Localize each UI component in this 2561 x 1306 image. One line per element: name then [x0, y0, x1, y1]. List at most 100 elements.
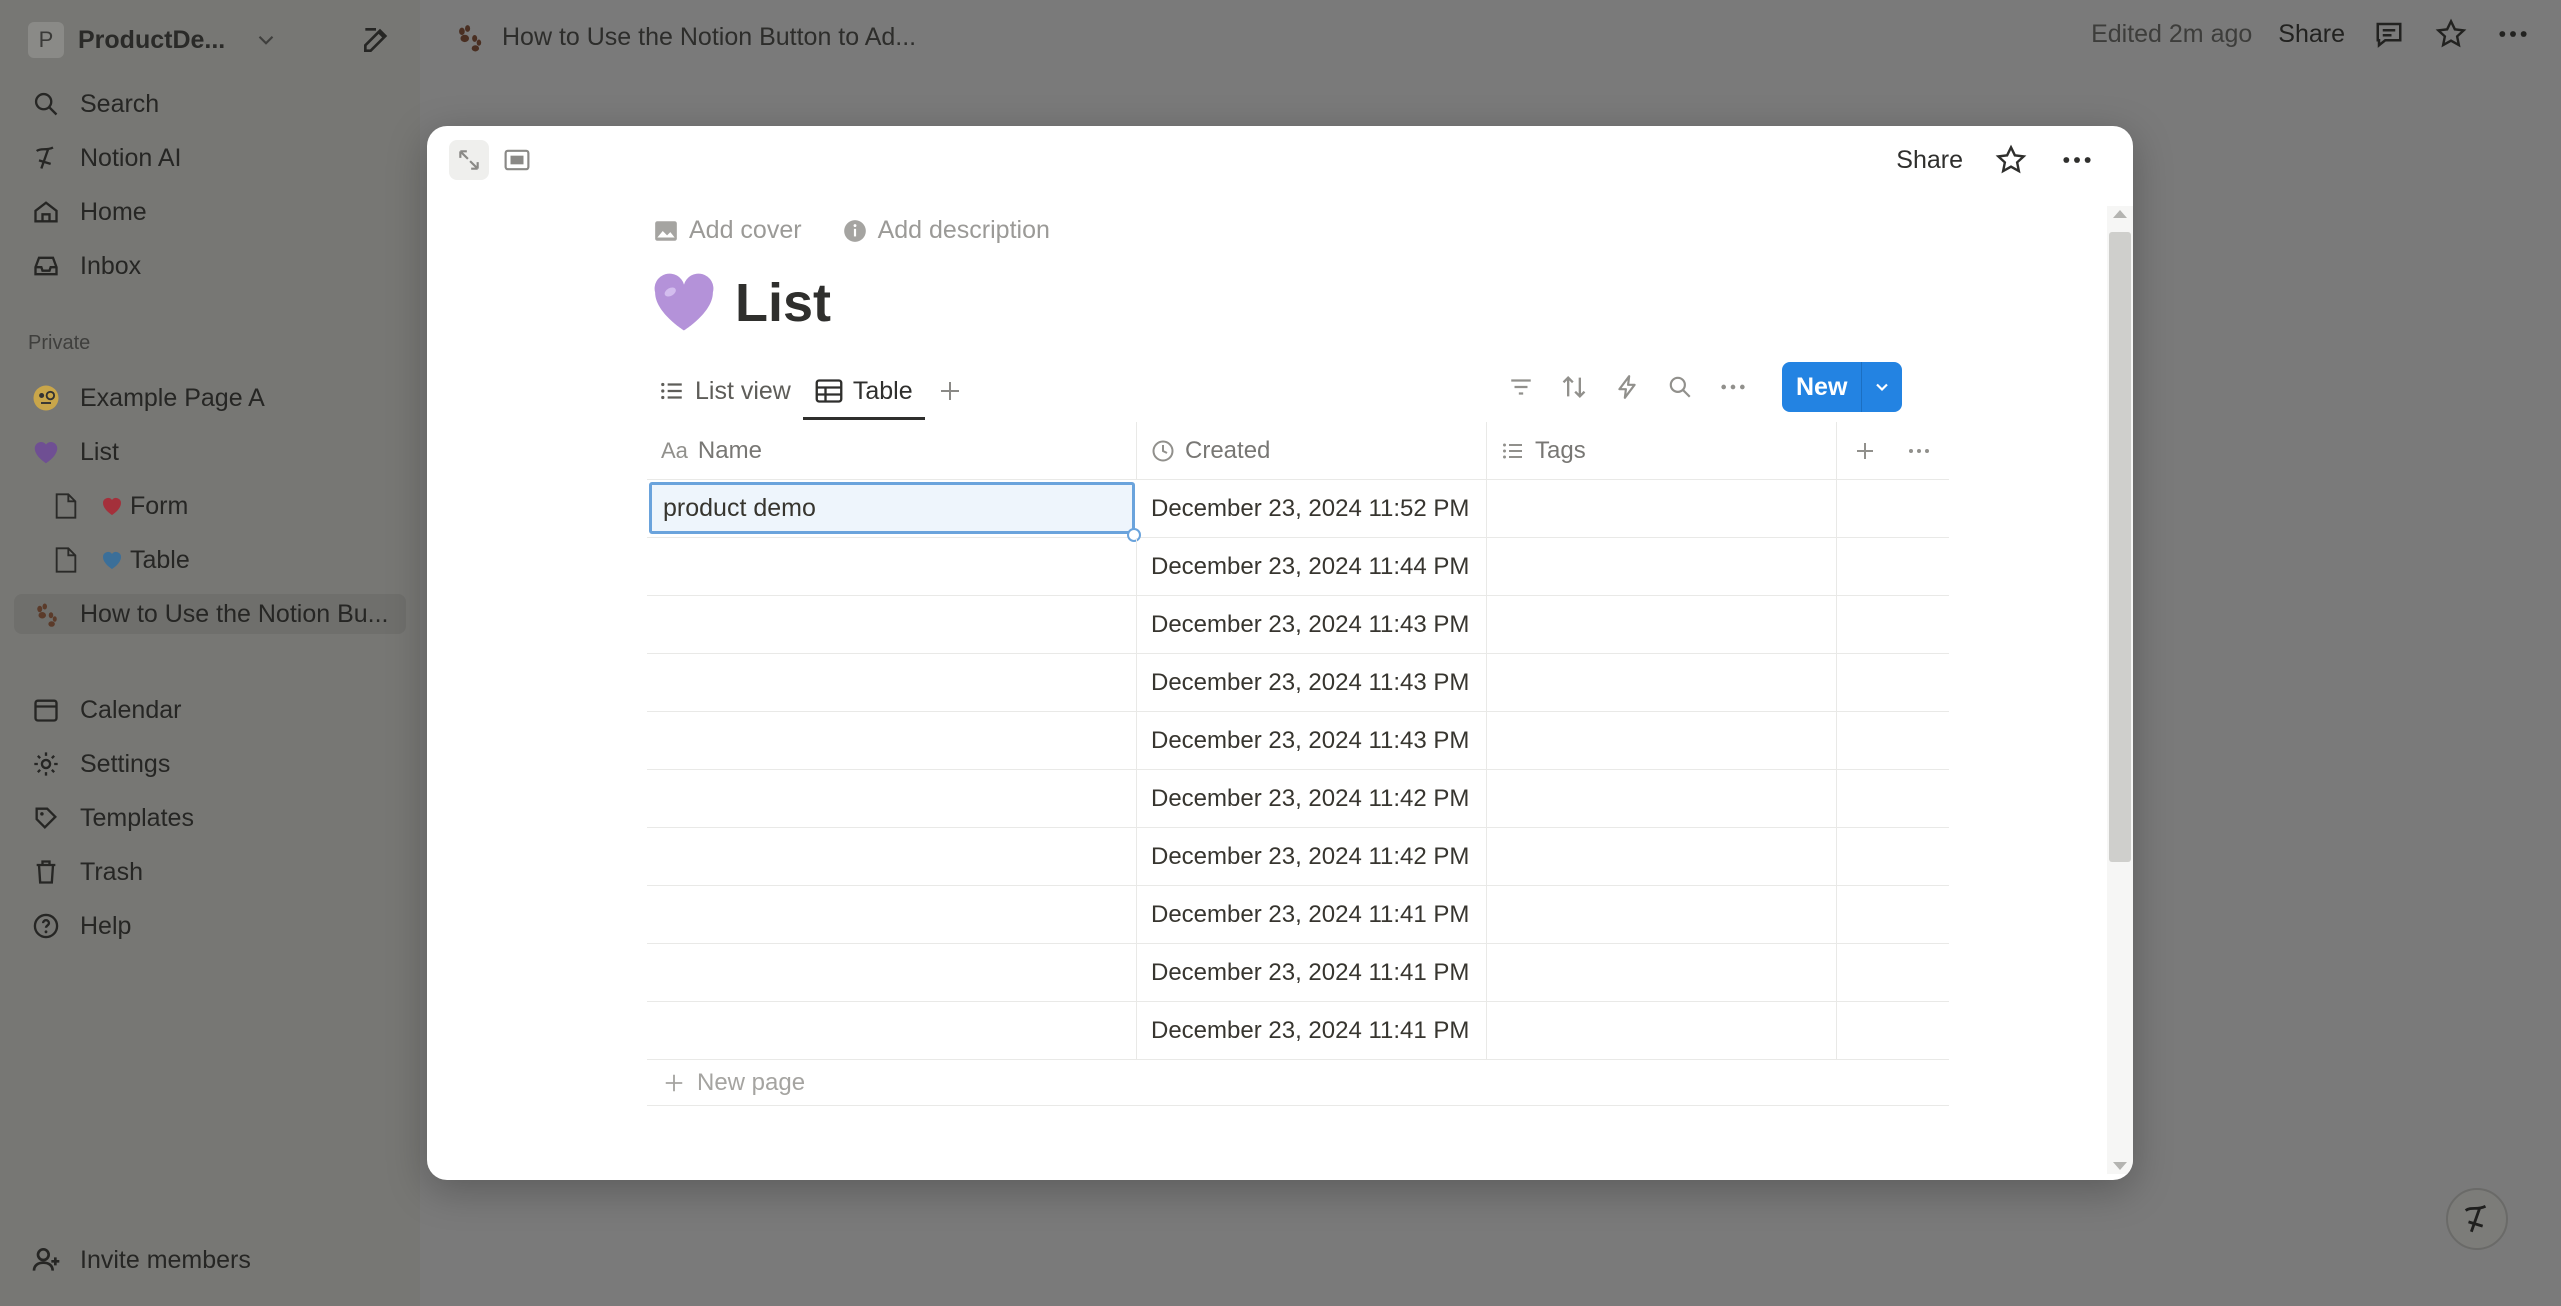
more-options-icon[interactable]: [1907, 439, 1931, 463]
blue-heart-icon: [100, 544, 124, 576]
page-title-text: List: [735, 273, 832, 333]
row-tags-cell[interactable]: [1487, 770, 1837, 827]
row-created-cell: December 23, 2024 11:41 PM: [1137, 1002, 1487, 1059]
table-row[interactable]: December 23, 2024 11:43 PM: [647, 596, 1949, 654]
table-row[interactable]: December 23, 2024 11:41 PM: [647, 1002, 1949, 1060]
heart-icon: [100, 490, 124, 522]
table-row[interactable]: December 23, 2024 11:43 PM: [647, 654, 1949, 712]
sidebar-item-trash[interactable]: Trash: [30, 852, 143, 892]
table-row[interactable]: December 23, 2024 11:44 PM: [647, 538, 1949, 596]
row-tags-cell[interactable]: [1487, 1002, 1837, 1059]
row-name-cell[interactable]: [647, 770, 1137, 827]
multi-select-icon: [1503, 443, 1522, 459]
tab-table[interactable]: Table: [802, 362, 925, 420]
sidebar-item-help[interactable]: Help: [30, 906, 131, 946]
row-name-cell[interactable]: [647, 596, 1137, 653]
purple-heart-icon[interactable]: [651, 272, 717, 334]
search-icon[interactable]: [1662, 370, 1697, 405]
table-row[interactable]: December 23, 2024 11:42 PM: [647, 828, 1949, 886]
database-toolbar: New: [1503, 362, 1903, 412]
row-created-cell: December 23, 2024 11:43 PM: [1137, 596, 1487, 653]
list-icon: [661, 382, 682, 400]
row-tags-cell[interactable]: [1487, 596, 1837, 653]
plus-icon: [940, 382, 959, 400]
row-name-cell[interactable]: [647, 712, 1137, 769]
row-name-cell[interactable]: [647, 886, 1137, 943]
breadcrumb[interactable]: How to Use the Notion Button to Ad...: [452, 20, 916, 54]
row-tags-cell[interactable]: [1487, 712, 1837, 769]
sidebar-item-notion-ai[interactable]: Notion AI: [30, 138, 181, 178]
chevron-down-icon[interactable]: [1862, 362, 1902, 412]
more-options-icon[interactable]: [1715, 370, 1750, 405]
sidebar-item-home[interactable]: Home: [30, 192, 147, 232]
table-row[interactable]: December 23, 2024 11:41 PM: [647, 886, 1949, 944]
add-property-plus-icon[interactable]: [1853, 439, 1877, 463]
sidebar-item-label: Settings: [80, 749, 171, 778]
invite-members-button[interactable]: Invite members: [30, 1240, 251, 1280]
sidebar-item-list[interactable]: List: [30, 432, 119, 472]
new-button[interactable]: New: [1782, 362, 1903, 412]
tab-list-view[interactable]: List view: [647, 362, 803, 420]
add-view-button[interactable]: [933, 374, 967, 408]
scrollbar-thumb[interactable]: [2109, 232, 2131, 862]
filter-icon[interactable]: [1503, 370, 1538, 405]
star-icon[interactable]: [1993, 142, 2029, 178]
sidebar-item-templates[interactable]: Templates: [30, 798, 194, 838]
modal-share-button[interactable]: Share: [1896, 146, 1963, 175]
row-tags-cell[interactable]: [1487, 538, 1837, 595]
scroll-down-arrow-icon[interactable]: [2113, 1162, 2127, 1170]
sidebar-section-private: Private: [28, 332, 91, 354]
add-cover-button[interactable]: Add cover: [653, 216, 802, 245]
sidebar-item-inbox[interactable]: Inbox: [30, 246, 141, 286]
row-tags-cell[interactable]: [1487, 828, 1837, 885]
peek-mode-button[interactable]: [501, 144, 533, 176]
row-name-cell[interactable]: [647, 1002, 1137, 1059]
column-header-actions: [1837, 422, 1949, 480]
table-row[interactable]: December 23, 2024 11:43 PM: [647, 712, 1949, 770]
column-header-created[interactable]: Created: [1137, 422, 1487, 480]
notion-ai-button[interactable]: [2446, 1188, 2508, 1250]
sidebar-item-label: Example Page A: [80, 383, 265, 412]
table-row[interactable]: product demo December 23, 2024 11:52 PM: [647, 480, 1949, 542]
sidebar-item-calendar[interactable]: Calendar: [30, 690, 181, 730]
row-name-cell[interactable]: [647, 828, 1137, 885]
column-header-tags[interactable]: Tags: [1487, 422, 1837, 480]
row-name-cell[interactable]: [647, 654, 1137, 711]
sidebar-item-table[interactable]: Table: [50, 540, 190, 580]
row-created-cell: December 23, 2024 11:43 PM: [1137, 712, 1487, 769]
page-title[interactable]: List: [651, 272, 831, 334]
column-header-name[interactable]: Aa Name: [647, 422, 1137, 480]
expand-button[interactable]: [449, 140, 489, 180]
table-row[interactable]: December 23, 2024 11:42 PM: [647, 770, 1949, 828]
new-page-icon[interactable]: [360, 24, 392, 56]
share-button[interactable]: Share: [2278, 20, 2345, 49]
table-row[interactable]: December 23, 2024 11:41 PM: [647, 944, 1949, 1002]
more-options-icon[interactable]: [2059, 142, 2095, 178]
row-name-cell[interactable]: [647, 944, 1137, 1001]
row-name-cell[interactable]: [647, 538, 1137, 595]
sidebar-item-label: Home: [80, 197, 147, 226]
sidebar-item-settings[interactable]: Settings: [30, 744, 170, 784]
peek-mode-icon: [504, 149, 530, 171]
sort-icon[interactable]: [1556, 370, 1591, 405]
comments-icon[interactable]: [2371, 16, 2407, 52]
star-icon[interactable]: [2433, 16, 2469, 52]
workspace-switcher[interactable]: P ProductDe...: [28, 22, 279, 58]
row-tags-cell[interactable]: [1487, 886, 1837, 943]
sidebar-item-how-to-use-notion-button[interactable]: How to Use the Notion Bu...: [14, 594, 406, 634]
new-page-row-button[interactable]: New page: [647, 1060, 1949, 1106]
add-description-button[interactable]: Add description: [842, 216, 1050, 245]
scroll-up-arrow-icon[interactable]: [2113, 210, 2127, 218]
sidebar-item-search[interactable]: Search: [30, 84, 159, 124]
automation-lightning-icon[interactable]: [1609, 370, 1644, 405]
sidebar-item-form[interactable]: Form: [50, 486, 188, 526]
row-tags-cell[interactable]: [1487, 654, 1837, 711]
row-tags-cell[interactable]: [1487, 480, 1837, 537]
new-button-label[interactable]: New: [1782, 362, 1863, 412]
row-name-cell-editing[interactable]: product demo: [649, 482, 1135, 534]
row-extra-cell: [1837, 944, 1949, 1001]
sidebar-item-example-page-a[interactable]: Example Page A: [30, 378, 265, 418]
row-tags-cell[interactable]: [1487, 944, 1837, 1001]
table-icon: [815, 379, 843, 403]
more-options-icon[interactable]: [2495, 16, 2531, 52]
